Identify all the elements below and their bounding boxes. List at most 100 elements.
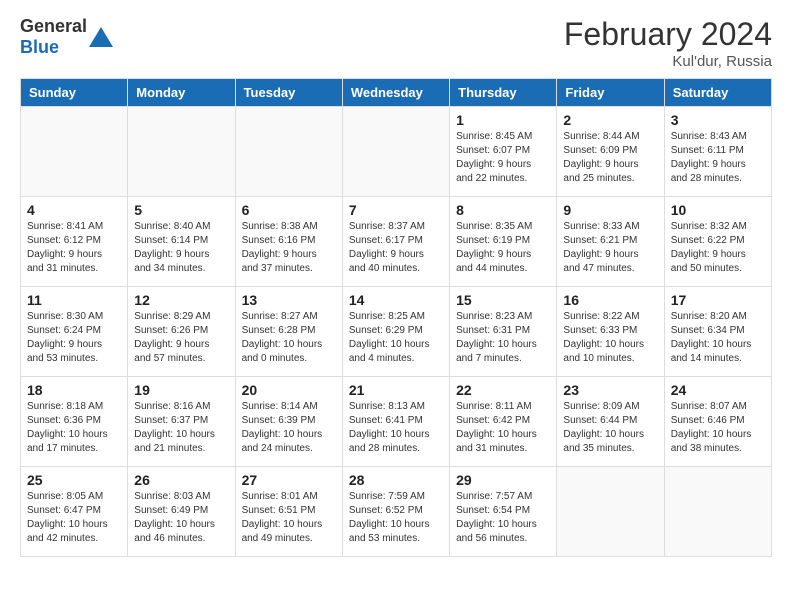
day-info: Sunrise: 8:18 AM Sunset: 6:36 PM Dayligh…: [27, 400, 121, 456]
day-number: 24: [671, 382, 765, 398]
day-number: 4: [27, 202, 121, 218]
page-header: General Blue February 2024 Kul'dur, Russ…: [0, 0, 792, 78]
table-row: 17 Sunrise: 8:20 AM Sunset: 6:34 PM Dayli…: [664, 287, 771, 377]
table-row: [664, 467, 771, 557]
table-row: 20 Sunrise: 8:14 AM Sunset: 6:39 PM Dayli…: [235, 377, 342, 467]
calendar-wrapper: Sunday Monday Tuesday Wednesday Thursday…: [0, 78, 792, 567]
day-number: 11: [27, 292, 121, 308]
day-info: Sunrise: 8:29 AM Sunset: 6:26 PM Dayligh…: [134, 310, 228, 366]
day-number: 14: [349, 292, 443, 308]
day-info: Sunrise: 8:23 AM Sunset: 6:31 PM Dayligh…: [456, 310, 550, 366]
day-info: Sunrise: 8:25 AM Sunset: 6:29 PM Dayligh…: [349, 310, 443, 366]
logo-icon: [89, 27, 113, 47]
day-number: 26: [134, 472, 228, 488]
table-row: 25Sunrise: 8:05 AM Sunset: 6:47 PM Dayli…: [21, 467, 128, 557]
day-number: 23: [563, 382, 657, 398]
day-info: Sunrise: 8:32 AM Sunset: 6:22 PM Dayligh…: [671, 220, 765, 276]
day-info: Sunrise: 8:11 AM Sunset: 6:42 PM Dayligh…: [456, 400, 550, 456]
table-row: 1 Sunrise: 8:45 AM Sunset: 6:07 PM Daylig…: [450, 107, 557, 197]
day-info: Sunrise: 8:14 AM Sunset: 6:39 PM Dayligh…: [242, 400, 336, 456]
day-info: Sunrise: 8:44 AM Sunset: 6:09 PM Dayligh…: [563, 130, 657, 186]
table-row: 10 Sunrise: 8:32 AM Sunset: 6:22 PM Dayli…: [664, 197, 771, 287]
day-info: Sunrise: 8:45 AM Sunset: 6:07 PM Dayligh…: [456, 130, 550, 186]
table-row: 15 Sunrise: 8:23 AM Sunset: 6:31 PM Dayli…: [450, 287, 557, 377]
table-row: 6Sunrise: 8:38 AM Sunset: 6:16 PM Daylig…: [235, 197, 342, 287]
day-info: Sunrise: 8:07 AM Sunset: 6:46 PM Dayligh…: [671, 400, 765, 456]
logo-general: General: [20, 16, 87, 36]
table-row: 13 Sunrise: 8:27 AM Sunset: 6:28 PM Dayli…: [235, 287, 342, 377]
col-friday: Friday: [557, 79, 664, 107]
calendar-week-row: 1 Sunrise: 8:45 AM Sunset: 6:07 PM Daylig…: [21, 107, 772, 197]
table-row: 26Sunrise: 8:03 AM Sunset: 6:49 PM Dayli…: [128, 467, 235, 557]
day-info: Sunrise: 8:30 AM Sunset: 6:24 PM Dayligh…: [27, 310, 121, 366]
table-row: 8 Sunrise: 8:35 AM Sunset: 6:19 PM Daylig…: [450, 197, 557, 287]
day-number: 20: [242, 382, 336, 398]
col-saturday: Saturday: [664, 79, 771, 107]
table-row: 4 Sunrise: 8:41 AM Sunset: 6:12 PM Daylig…: [21, 197, 128, 287]
logo-text: General Blue: [20, 16, 87, 58]
day-info: Sunrise: 8:43 AM Sunset: 6:11 PM Dayligh…: [671, 130, 765, 186]
day-number: 18: [27, 382, 121, 398]
table-row: 22 Sunrise: 8:11 AM Sunset: 6:42 PM Dayli…: [450, 377, 557, 467]
day-info: Sunrise: 8:33 AM Sunset: 6:21 PM Dayligh…: [563, 220, 657, 276]
location-subtitle: Kul'dur, Russia: [564, 53, 772, 70]
day-info: Sunrise: 8:35 AM Sunset: 6:19 PM Dayligh…: [456, 220, 550, 276]
table-row: 5 Sunrise: 8:40 AM Sunset: 6:14 PM Daylig…: [128, 197, 235, 287]
day-info: Sunrise: 8:27 AM Sunset: 6:28 PM Dayligh…: [242, 310, 336, 366]
day-number: 15: [456, 292, 550, 308]
day-number: 2: [563, 112, 657, 128]
day-info: Sunrise: 8:37 AM Sunset: 6:17 PM Dayligh…: [349, 220, 443, 276]
calendar-table: Sunday Monday Tuesday Wednesday Thursday…: [20, 78, 772, 557]
table-row: 23Sunrise: 8:09 AM Sunset: 6:44 PM Dayli…: [557, 377, 664, 467]
table-row: 24 Sunrise: 8:07 AM Sunset: 6:46 PM Dayli…: [664, 377, 771, 467]
table-row: 29 Sunrise: 7:57 AM Sunset: 6:54 PM Dayli…: [450, 467, 557, 557]
logo: General Blue: [20, 16, 113, 58]
table-row: 7 Sunrise: 8:37 AM Sunset: 6:17 PM Daylig…: [342, 197, 449, 287]
table-row: 2 Sunrise: 8:44 AM Sunset: 6:09 PM Daylig…: [557, 107, 664, 197]
calendar-header: Sunday Monday Tuesday Wednesday Thursday…: [21, 79, 772, 107]
day-info: Sunrise: 8:22 AM Sunset: 6:33 PM Dayligh…: [563, 310, 657, 366]
col-wednesday: Wednesday: [342, 79, 449, 107]
day-number: 8: [456, 202, 550, 218]
table-row: 3Sunrise: 8:43 AM Sunset: 6:11 PM Daylig…: [664, 107, 771, 197]
day-number: 5: [134, 202, 228, 218]
table-row: [21, 107, 128, 197]
table-row: 12 Sunrise: 8:29 AM Sunset: 6:26 PM Dayli…: [128, 287, 235, 377]
day-info: Sunrise: 8:01 AM Sunset: 6:51 PM Dayligh…: [242, 490, 336, 546]
day-number: 22: [456, 382, 550, 398]
month-title: February 2024: [564, 16, 772, 53]
col-tuesday: Tuesday: [235, 79, 342, 107]
day-number: 28: [349, 472, 443, 488]
day-number: 17: [671, 292, 765, 308]
day-info: Sunrise: 8:41 AM Sunset: 6:12 PM Dayligh…: [27, 220, 121, 276]
day-info: Sunrise: 8:16 AM Sunset: 6:37 PM Dayligh…: [134, 400, 228, 456]
day-info: Sunrise: 7:57 AM Sunset: 6:54 PM Dayligh…: [456, 490, 550, 546]
day-number: 1: [456, 112, 550, 128]
day-info: Sunrise: 8:40 AM Sunset: 6:14 PM Dayligh…: [134, 220, 228, 276]
table-row: 11 Sunrise: 8:30 AM Sunset: 6:24 PM Dayli…: [21, 287, 128, 377]
calendar-week-row: 18 Sunrise: 8:18 AM Sunset: 6:36 PM Dayli…: [21, 377, 772, 467]
day-number: 29: [456, 472, 550, 488]
day-number: 6: [242, 202, 336, 218]
day-info: Sunrise: 8:20 AM Sunset: 6:34 PM Dayligh…: [671, 310, 765, 366]
day-number: 13: [242, 292, 336, 308]
day-number: 27: [242, 472, 336, 488]
title-area: February 2024 Kul'dur, Russia: [564, 16, 772, 70]
day-number: 21: [349, 382, 443, 398]
day-info: Sunrise: 8:05 AM Sunset: 6:47 PM Dayligh…: [27, 490, 121, 546]
day-number: 12: [134, 292, 228, 308]
day-number: 10: [671, 202, 765, 218]
table-row: 18 Sunrise: 8:18 AM Sunset: 6:36 PM Dayli…: [21, 377, 128, 467]
header-row: Sunday Monday Tuesday Wednesday Thursday…: [21, 79, 772, 107]
day-info: Sunrise: 8:13 AM Sunset: 6:41 PM Dayligh…: [349, 400, 443, 456]
table-row: [557, 467, 664, 557]
table-row: [235, 107, 342, 197]
calendar-body: 1 Sunrise: 8:45 AM Sunset: 6:07 PM Daylig…: [21, 107, 772, 557]
calendar-week-row: 11 Sunrise: 8:30 AM Sunset: 6:24 PM Dayli…: [21, 287, 772, 377]
table-row: 16 Sunrise: 8:22 AM Sunset: 6:33 PM Dayli…: [557, 287, 664, 377]
day-number: 9: [563, 202, 657, 218]
day-number: 7: [349, 202, 443, 218]
day-number: 16: [563, 292, 657, 308]
day-info: Sunrise: 7:59 AM Sunset: 6:52 PM Dayligh…: [349, 490, 443, 546]
table-row: 21 Sunrise: 8:13 AM Sunset: 6:41 PM Dayli…: [342, 377, 449, 467]
